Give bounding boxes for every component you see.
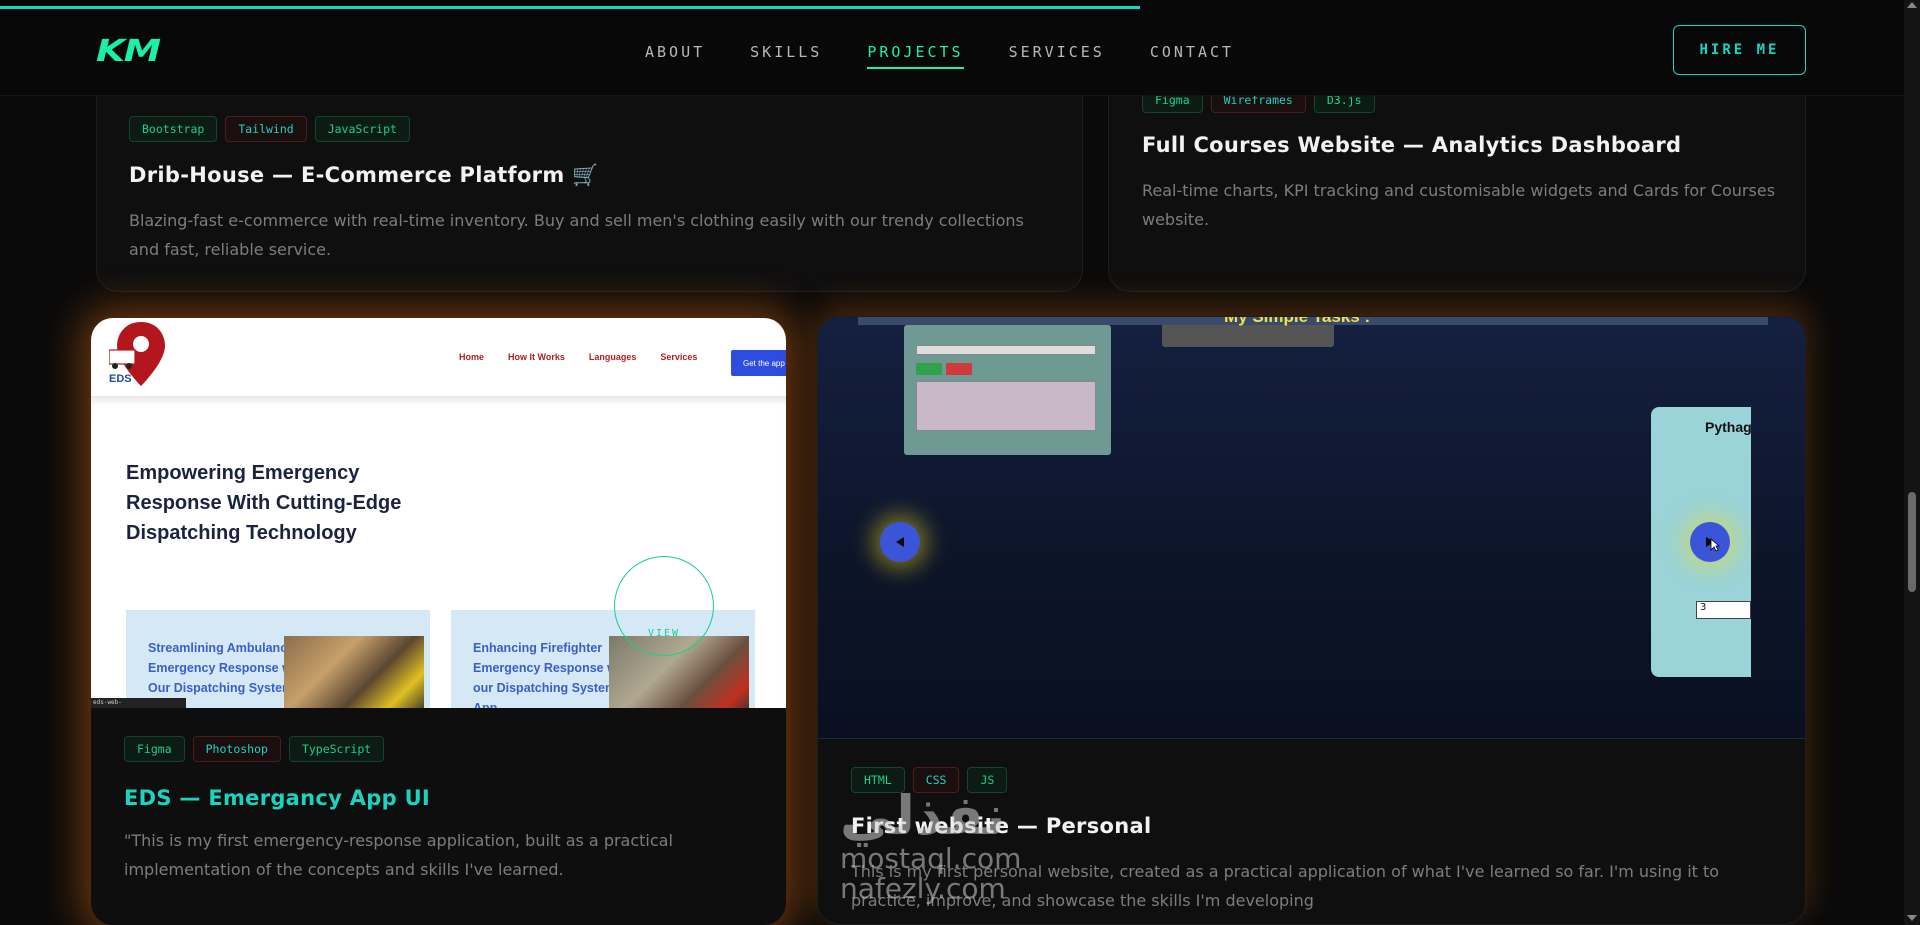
eds-nav-item: Languages bbox=[588, 352, 637, 362]
tag: HTML bbox=[851, 767, 905, 793]
project-description: Blazing-fast e-commerce with real-time i… bbox=[129, 211, 1024, 259]
project-description: This is my first personal website, creat… bbox=[851, 862, 1720, 910]
mouse-pointer-icon bbox=[1710, 538, 1720, 552]
eds-hero-text: Empowering Emergency Response With Cutti… bbox=[126, 462, 402, 544]
eds-get-app-button: Get the app bbox=[731, 350, 786, 376]
eds-nav-item: How It Works bbox=[508, 352, 565, 362]
carousel-prev-button[interactable] bbox=[880, 522, 920, 562]
project-description: Real-time charts, KPI tracking and custo… bbox=[1142, 181, 1776, 229]
project-description: "This is my first emergency-response app… bbox=[124, 831, 673, 879]
tag-list: HTML CSS JS bbox=[851, 767, 1008, 793]
view-cursor-circle[interactable]: VIEW bbox=[614, 556, 714, 656]
panel-input: 3 bbox=[1696, 601, 1751, 619]
tag: TypeScript bbox=[288, 736, 385, 762]
scroll-up-icon[interactable] bbox=[1907, 2, 1917, 8]
tasks-bar bbox=[1162, 325, 1334, 347]
eds-feature-box: Streamlining Ambulance Emergency Respons… bbox=[126, 610, 430, 708]
tasks-title: My Simple Tasks : bbox=[1224, 317, 1370, 327]
svg-text:EDS: EDS bbox=[109, 373, 132, 385]
project-preview-image[interactable]: My Simple Tasks : Pythag 3 bbox=[818, 317, 1805, 739]
tag: JS bbox=[967, 767, 1008, 793]
nav-skills[interactable]: SKILLS bbox=[750, 43, 822, 69]
page-scrollbar[interactable] bbox=[1904, 0, 1920, 925]
project-title: Drib-House — E-Commerce Platform 🛒 bbox=[129, 163, 599, 187]
project-card-personal[interactable]: My Simple Tasks : Pythag 3 HTML CSS JS F… bbox=[817, 316, 1806, 925]
tasks-add-button bbox=[916, 363, 942, 375]
main-nav: ABOUT SKILLS PROJECTS SERVICES CONTACT bbox=[645, 43, 1234, 69]
tag: Tailwind bbox=[225, 116, 307, 142]
project-card-eds[interactable]: EDS Home How It Works Languages Services… bbox=[91, 318, 786, 925]
tasks-remove-button bbox=[946, 363, 972, 375]
scroll-progress-bar bbox=[0, 6, 1141, 9]
tag: Figma bbox=[124, 736, 185, 762]
eds-logo-icon: EDS bbox=[109, 322, 165, 386]
site-logo[interactable]: KM bbox=[96, 34, 161, 69]
project-preview-image[interactable]: EDS Home How It Works Languages Services… bbox=[91, 318, 786, 708]
project-title: Full Courses Website — Analytics Dashboa… bbox=[1142, 133, 1682, 157]
nav-about[interactable]: ABOUT bbox=[645, 43, 705, 69]
project-title: First website — Personal bbox=[851, 814, 1152, 838]
hire-me-button[interactable]: HIRE ME bbox=[1673, 25, 1806, 75]
site-header: KM ABOUT SKILLS PROJECTS SERVICES CONTAC… bbox=[0, 0, 1904, 96]
ambulance-image bbox=[284, 636, 424, 708]
tag: JavaScript bbox=[314, 116, 410, 142]
status-url: eds-web-eds.web.app/index.html bbox=[91, 698, 186, 708]
tag: CSS bbox=[912, 767, 960, 793]
tag: Bootstrap bbox=[129, 116, 218, 142]
tasks-form bbox=[904, 325, 1111, 455]
nav-projects[interactable]: PROJECTS bbox=[867, 43, 964, 69]
eds-header-shadow bbox=[91, 396, 786, 406]
tasks-list bbox=[916, 381, 1096, 431]
eds-nav-item: Home bbox=[459, 352, 485, 362]
tag: Photoshop bbox=[192, 736, 281, 762]
eds-nav: Home How It Works Languages Services bbox=[459, 352, 697, 362]
project-title: EDS — Emergancy App UI bbox=[124, 786, 431, 810]
nav-services[interactable]: SERVICES bbox=[1009, 43, 1105, 69]
scroll-thumb[interactable] bbox=[1908, 492, 1916, 592]
panel-title: Pythag bbox=[1705, 419, 1752, 435]
tasks-select bbox=[916, 345, 1096, 355]
tag-list: Figma Photoshop TypeScript bbox=[124, 736, 385, 762]
nav-contact[interactable]: CONTACT bbox=[1150, 43, 1234, 69]
tag-list: Bootstrap Tailwind JavaScript bbox=[129, 116, 410, 142]
arrow-left-icon bbox=[896, 537, 904, 547]
eds-nav-item: Services bbox=[660, 352, 698, 362]
scroll-down-icon[interactable] bbox=[1907, 915, 1917, 921]
